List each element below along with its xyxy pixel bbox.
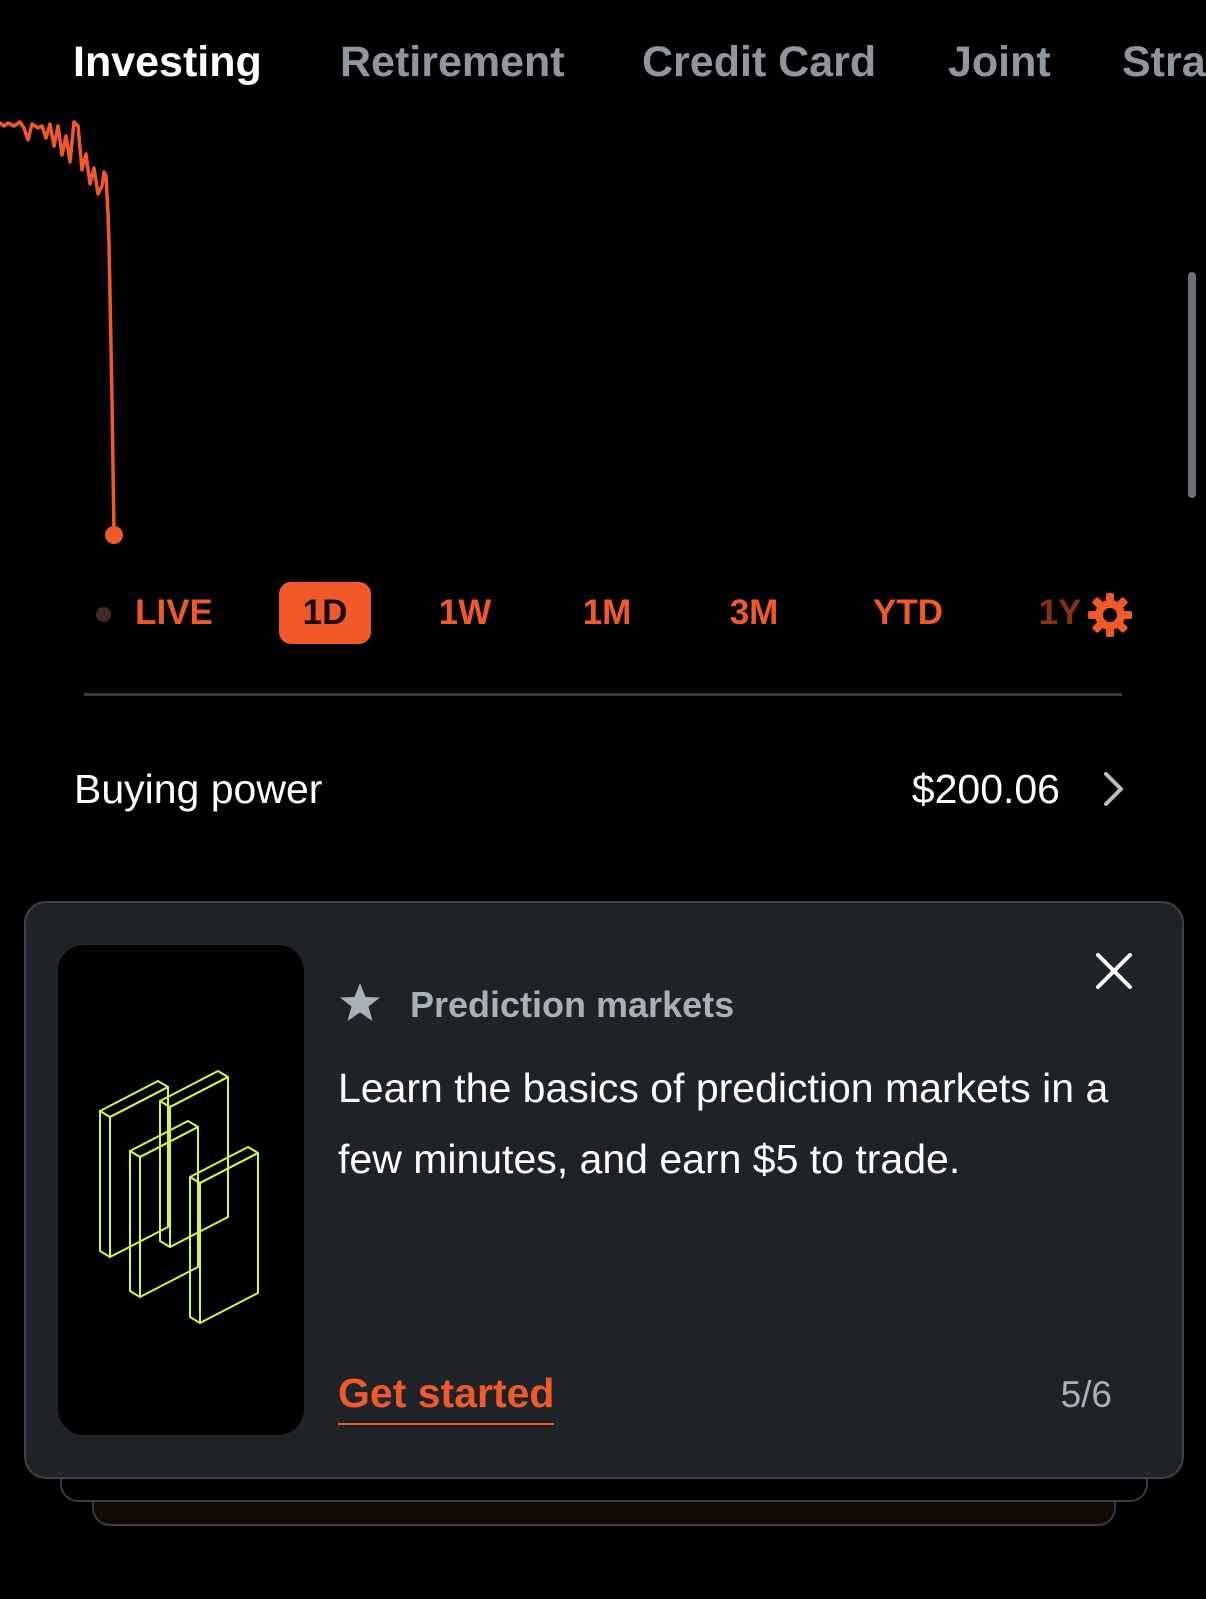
buying-power-value: $200.06 bbox=[911, 766, 1060, 812]
isometric-blocks-illustration bbox=[58, 945, 304, 1435]
close-icon[interactable] bbox=[1090, 947, 1138, 995]
gear-icon[interactable] bbox=[1086, 591, 1134, 639]
prediction-markets-card[interactable]: Prediction markets Learn the basics of p… bbox=[24, 901, 1184, 1479]
buying-power-label: Buying power bbox=[74, 766, 323, 812]
card-eyebrow: Prediction markets bbox=[410, 984, 735, 1025]
get-started-link[interactable]: Get started bbox=[338, 1367, 555, 1425]
portfolio-chart[interactable] bbox=[0, 0, 1206, 560]
blocks-illustration-image bbox=[99, 1070, 259, 1324]
span-ytd[interactable]: YTD bbox=[860, 582, 956, 644]
span-1d[interactable]: 1D bbox=[279, 582, 371, 644]
span-1m[interactable]: 1M bbox=[566, 582, 648, 644]
span-3m[interactable]: 3M bbox=[710, 582, 798, 644]
scrollbar[interactable] bbox=[1188, 272, 1196, 498]
section-divider bbox=[84, 693, 1122, 696]
chart-end-point bbox=[105, 526, 123, 544]
span-1w[interactable]: 1W bbox=[424, 582, 506, 644]
live-indicator-dot bbox=[96, 607, 111, 622]
star-icon bbox=[340, 983, 380, 1021]
card-body-text: Learn the basics of prediction markets i… bbox=[338, 1065, 1109, 1182]
chevron-right-icon bbox=[1104, 772, 1123, 806]
chart-series-line bbox=[0, 120, 116, 536]
span-1y[interactable]: 1Y bbox=[1030, 582, 1090, 644]
card-pager: 5/6 bbox=[1060, 1374, 1112, 1415]
chart-span-selector: LIVE 1D 1W 1M 3M YTD 1Y bbox=[0, 582, 1206, 648]
buying-power-row[interactable]: Buying power $200.06 bbox=[0, 760, 1206, 824]
span-live[interactable]: LIVE bbox=[124, 582, 224, 644]
